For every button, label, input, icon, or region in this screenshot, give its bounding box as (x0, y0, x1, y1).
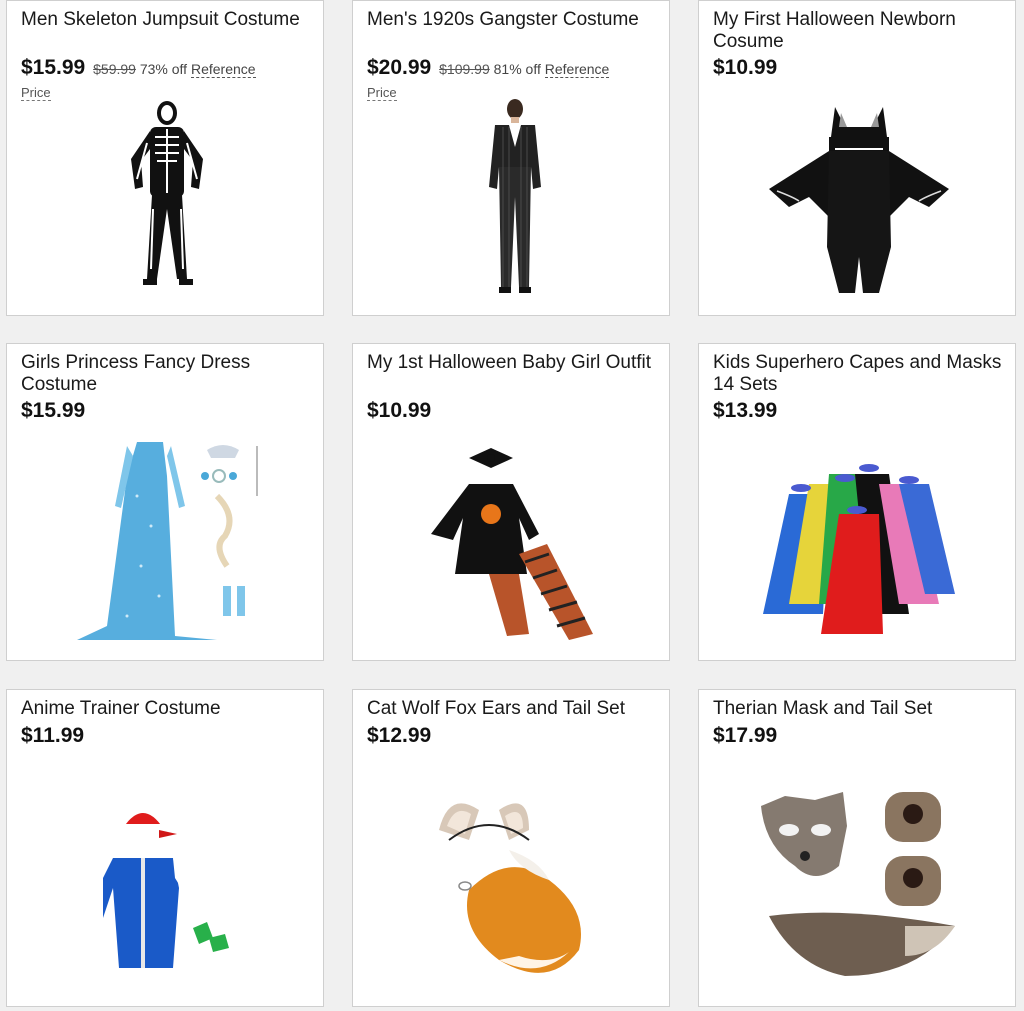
therian-mask-image (761, 792, 955, 976)
superhero-capes-image (763, 464, 955, 634)
product-title[interactable]: Men's 1920s Gangster Costume (367, 9, 657, 31)
reference-link[interactable]: Reference (544, 61, 610, 78)
product-card[interactable]: Girls Princess Fancy Dress Costume $15.9… (6, 343, 324, 661)
price-line: $11.99 (21, 724, 321, 747)
product-card[interactable]: Men's 1920s Gangster Costume $20.99 $109… (352, 0, 670, 316)
product-title[interactable]: My 1st Halloween Baby Girl Outfit (367, 352, 657, 374)
original-price: $109.99 (439, 61, 490, 77)
product-price: $10.99 (367, 399, 432, 422)
product-grid: Men Skeleton Jumpsuit Costume $15.99 $59… (0, 0, 1024, 1011)
product-title[interactable]: My First Halloween Newborn Cosume (713, 9, 1003, 53)
gangster-suit-image (489, 99, 541, 293)
price-line: $12.99 (367, 724, 667, 747)
product-card[interactable]: Therian Mask and Tail Set $17.99 (698, 689, 1016, 1007)
product-title[interactable]: Therian Mask and Tail Set (713, 698, 1003, 720)
reference-link[interactable]: Reference (190, 61, 256, 78)
price-line: $10.99 (367, 399, 667, 422)
product-card[interactable]: Men Skeleton Jumpsuit Costume $15.99 $59… (6, 0, 324, 316)
product-title[interactable]: Cat Wolf Fox Ears and Tail Set (367, 698, 657, 720)
princess-dress-image (77, 442, 258, 640)
product-price: $11.99 (21, 724, 85, 747)
product-card[interactable]: Cat Wolf Fox Ears and Tail Set $12.99 (352, 689, 670, 1007)
trainer-costume-image (103, 813, 229, 968)
product-price: $13.99 (713, 399, 778, 422)
product-price: $15.99 (21, 399, 86, 422)
price-line: $15.99 (21, 399, 321, 422)
product-card[interactable]: My First Halloween Newborn Cosume $10.99 (698, 0, 1016, 316)
reference-price-label[interactable]: Price (367, 85, 397, 101)
bat-onesie-image (769, 107, 949, 293)
product-price: $12.99 (367, 724, 432, 747)
product-card[interactable]: Anime Trainer Costume $11.99 (6, 689, 324, 1007)
product-card[interactable]: Kids Superhero Capes and Masks 14 Sets $… (698, 343, 1016, 661)
product-price: $20.99 (367, 56, 432, 79)
original-price: $59.99 (93, 61, 136, 77)
discount-label: 73% off (139, 61, 188, 77)
product-title[interactable]: Anime Trainer Costume (21, 698, 311, 720)
price-line: $10.99 (713, 56, 1013, 79)
price-line: $20.99 $109.99 81% off Reference (367, 56, 667, 79)
skeleton-jumpsuit-image (131, 101, 203, 285)
reference-price-label[interactable]: Price (21, 85, 51, 101)
product-title[interactable]: Kids Superhero Capes and Masks 14 Sets (713, 352, 1003, 396)
product-title[interactable]: Men Skeleton Jumpsuit Costume (21, 9, 311, 31)
discount-label: 81% off (493, 61, 541, 77)
price-line: $17.99 (713, 724, 1013, 747)
product-title[interactable]: Girls Princess Fancy Dress Costume (21, 352, 311, 396)
ears-tail-image (439, 803, 581, 973)
price-line: $15.99 $59.99 73% off Reference (21, 56, 321, 79)
product-price: $17.99 (713, 724, 778, 747)
product-price: $10.99 (713, 56, 778, 79)
product-price: $15.99 (21, 56, 86, 79)
product-card[interactable]: My 1st Halloween Baby Girl Outfit $10.99 (352, 343, 670, 661)
price-line: $13.99 (713, 399, 1013, 422)
baby-girl-outfit-image (431, 448, 593, 640)
